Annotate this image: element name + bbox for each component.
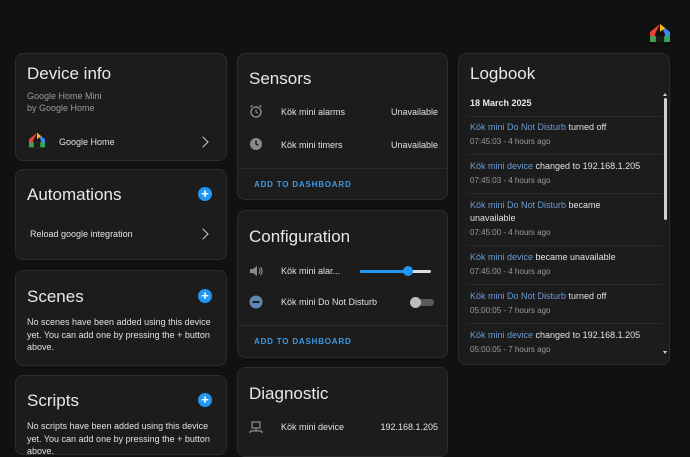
- add-script-button[interactable]: +: [198, 393, 212, 407]
- sensors-card: Sensors Kök mini alarms Unavailable Kök …: [237, 53, 448, 200]
- log-time: 07:45:00 - 4 hours ago: [470, 267, 551, 276]
- logbook-title: Logbook: [470, 64, 536, 83]
- sensors-add-to-dashboard-button[interactable]: ADD TO DASHBOARD: [254, 180, 352, 189]
- log-entity-link[interactable]: Kök mini Do Not Disturb: [470, 200, 566, 210]
- divider: [238, 168, 447, 169]
- divider: [467, 245, 663, 246]
- divider: [467, 154, 663, 155]
- divider: [467, 323, 663, 324]
- do-not-disturb-icon: [249, 295, 263, 309]
- log-entity-link[interactable]: Kök mini device: [470, 330, 533, 340]
- log-entry: Kök mini Do Not Disturb turned off 07:45…: [470, 121, 660, 148]
- automation-item[interactable]: Reload google integration: [16, 222, 226, 244]
- automation-item-label: Reload google integration: [30, 229, 133, 239]
- configuration-add-to-dashboard-button[interactable]: ADD TO DASHBOARD: [254, 337, 352, 346]
- chevron-right-icon: [197, 228, 209, 240]
- log-entry: Kök mini device became unavailable 07:45…: [470, 251, 660, 278]
- diagnostic-title: Diagnostic: [249, 384, 329, 403]
- google-home-logo: [649, 23, 671, 43]
- log-action: changed to 192.168.1.205: [533, 161, 641, 171]
- dnd-toggle[interactable]: [410, 297, 434, 308]
- speaker-icon: [249, 264, 263, 278]
- log-time: 07:45:03 - 4 hours ago: [470, 137, 551, 146]
- dnd-row: Kök mini Do Not Disturb: [238, 292, 447, 312]
- diagnostic-row[interactable]: Kök mini device 192.168.1.205: [238, 417, 447, 437]
- diagnostic-value: 192.168.1.205: [380, 422, 438, 432]
- ip-network-icon: [249, 420, 263, 434]
- log-action: became unavailable: [533, 252, 616, 262]
- chevron-right-icon: [197, 136, 209, 148]
- volume-slider-thumb[interactable]: [403, 266, 414, 276]
- sensor-label: Kök mini timers: [281, 140, 343, 150]
- log-entry: Kök mini device changed to 192.168.1.205…: [470, 160, 660, 187]
- volume-row: Kök mini alar...: [238, 261, 447, 281]
- volume-label: Kök mini alar...: [281, 266, 341, 276]
- logbook-date: 18 March 2025: [470, 98, 532, 108]
- device-manufacturer: by Google Home: [27, 103, 95, 113]
- clock-icon: [249, 137, 263, 151]
- log-time: 05:00:05 - 7 hours ago: [470, 306, 551, 315]
- diagnostic-card: Diagnostic Kök mini device 192.168.1.205: [237, 367, 448, 457]
- scenes-card: Scenes + No scenes have been added using…: [15, 270, 227, 366]
- add-scene-button[interactable]: +: [198, 289, 212, 303]
- sensor-value: Unavailable: [390, 107, 438, 117]
- sensor-row-timers[interactable]: Kök mini timers Unavailable: [238, 135, 447, 155]
- scenes-empty-text: No scenes have been added using this dev…: [27, 317, 211, 352]
- dnd-label: Kök mini Do Not Disturb: [281, 297, 378, 307]
- volume-slider[interactable]: [360, 266, 431, 276]
- sensor-label: Kök mini alarms: [281, 107, 346, 117]
- logbook-scrollbar[interactable]: [664, 98, 667, 220]
- scroll-up-arrow-icon[interactable]: [663, 93, 667, 96]
- configuration-card: Configuration Kök mini alar... Kök mini …: [237, 210, 448, 358]
- log-time: 07:45:00 - 4 hours ago: [470, 228, 551, 237]
- divider: [467, 116, 663, 117]
- volume-slider-fill: [360, 270, 409, 273]
- log-entry: Kök mini Do Not Disturb became unavailab…: [470, 199, 630, 239]
- log-action: turned off: [566, 122, 607, 132]
- divider: [467, 193, 663, 194]
- sensors-title: Sensors: [249, 69, 312, 88]
- device-model: Google Home Mini: [27, 91, 102, 101]
- log-time: 05:00:05 - 7 hours ago: [470, 345, 551, 354]
- scenes-title: Scenes: [27, 287, 84, 306]
- configuration-title: Configuration: [249, 227, 351, 246]
- automations-title: Automations: [27, 185, 122, 204]
- log-action: changed to 192.168.1.205: [533, 330, 641, 340]
- log-entry: Kök mini Do Not Disturb turned off 05:00…: [470, 290, 660, 317]
- scripts-card: Scripts + No scripts have been added usi…: [15, 375, 227, 455]
- sensor-row-alarms[interactable]: Kök mini alarms Unavailable: [238, 102, 447, 122]
- google-home-icon: [28, 132, 46, 148]
- scripts-title: Scripts: [27, 391, 79, 410]
- device-info-card: Device info Google Home Mini by Google H…: [15, 53, 227, 161]
- scroll-down-arrow-icon[interactable]: [663, 351, 667, 354]
- automations-card: Automations + Reload google integration: [15, 169, 227, 260]
- log-entity-link[interactable]: Kök mini device: [470, 161, 533, 171]
- diagnostic-label: Kök mini device: [281, 422, 345, 432]
- device-info-title: Device info: [27, 64, 112, 83]
- scripts-empty-text: No scripts have been added using this de…: [27, 421, 210, 455]
- alarm-clock-icon: [249, 104, 263, 118]
- logbook-card: Logbook 18 March 2025 Kök mini Do Not Di…: [458, 53, 670, 365]
- divider: [467, 284, 663, 285]
- log-entity-link[interactable]: Kök mini Do Not Disturb: [470, 122, 566, 132]
- integration-row[interactable]: Google Home: [16, 130, 226, 154]
- sensor-value: Unavailable: [390, 140, 438, 150]
- log-entry: Kök mini device changed to 192.168.1.205…: [470, 329, 660, 356]
- log-time: 07:45:03 - 4 hours ago: [470, 176, 551, 185]
- log-action: turned off: [566, 291, 607, 301]
- add-automation-button[interactable]: +: [198, 187, 212, 201]
- log-entity-link[interactable]: Kök mini Do Not Disturb: [470, 291, 566, 301]
- log-entity-link[interactable]: Kök mini device: [470, 252, 533, 262]
- divider: [238, 325, 447, 326]
- integration-label: Google Home: [59, 137, 115, 147]
- toggle-thumb: [410, 297, 421, 308]
